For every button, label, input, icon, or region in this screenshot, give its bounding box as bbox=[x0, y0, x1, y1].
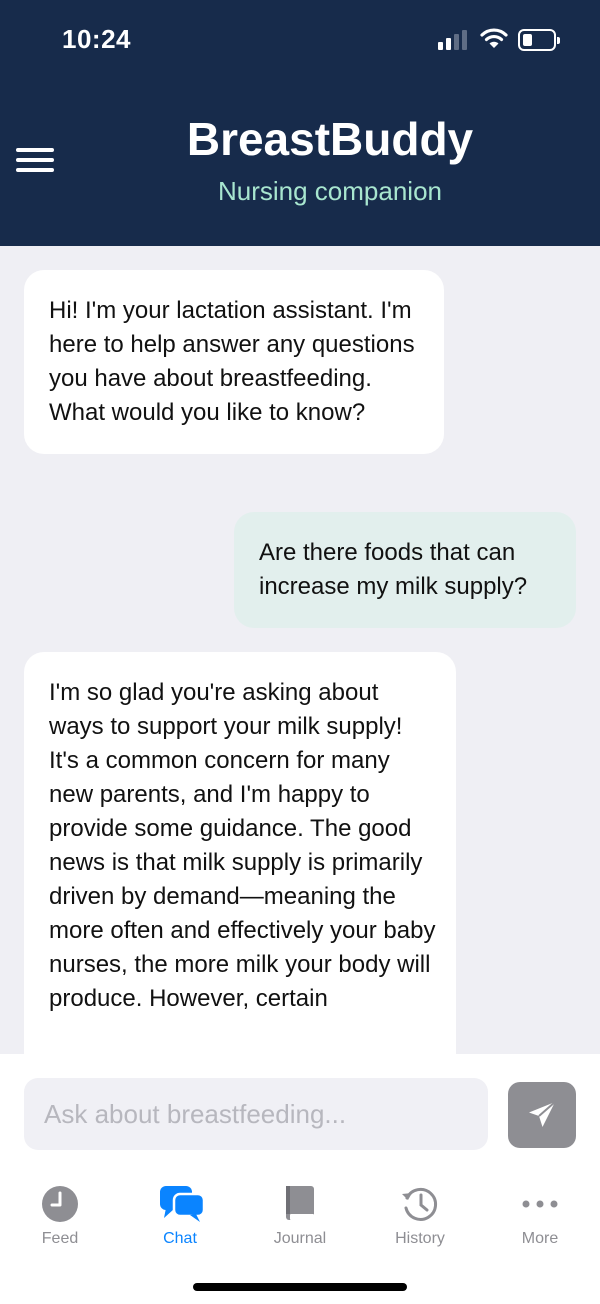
home-indicator bbox=[193, 1283, 407, 1291]
history-icon bbox=[402, 1187, 438, 1221]
cellular-signal-icon bbox=[438, 30, 470, 50]
tab-feed[interactable]: Feed bbox=[0, 1172, 120, 1252]
app-title: BreastBuddy bbox=[186, 113, 474, 165]
app-header: 10:24 BreastBuddy Nursing companion bbox=[0, 0, 600, 246]
send-button[interactable] bbox=[508, 1082, 576, 1148]
tab-journal[interactable]: Journal bbox=[240, 1172, 360, 1252]
ellipsis-icon bbox=[522, 1200, 558, 1208]
tab-bar: Feed Chat Journal History More bbox=[0, 1172, 600, 1262]
tab-label: Feed bbox=[41, 1230, 79, 1247]
tab-label: Chat bbox=[163, 1230, 197, 1247]
composer-area: Ask about breastfeeding... Feed Chat Jou… bbox=[0, 1054, 600, 1304]
message-input[interactable]: Ask about breastfeeding... bbox=[24, 1078, 488, 1150]
hamburger-menu-icon[interactable] bbox=[16, 148, 54, 174]
tab-more[interactable]: More bbox=[480, 1172, 600, 1252]
clock-icon bbox=[42, 1186, 78, 1222]
assistant-message: I'm so glad you're asking about ways to … bbox=[24, 652, 456, 1054]
paper-plane-icon bbox=[529, 1101, 556, 1127]
status-time: 10:24 bbox=[62, 24, 131, 54]
chat-bubbles-icon bbox=[160, 1186, 206, 1222]
chat-messages[interactable]: Hi! I'm your lactation assistant. I'm he… bbox=[0, 246, 600, 1054]
app-subtitle: Nursing companion bbox=[217, 176, 442, 206]
assistant-message: Hi! I'm your lactation assistant. I'm he… bbox=[24, 270, 444, 454]
tab-label: History bbox=[395, 1230, 445, 1247]
battery-icon bbox=[518, 29, 560, 51]
tab-chat[interactable]: Chat bbox=[120, 1172, 240, 1252]
wifi-icon bbox=[480, 28, 508, 48]
status-bar: 10:24 bbox=[0, 0, 600, 80]
user-message: Are there foods that can increase my mil… bbox=[234, 512, 576, 628]
tab-history[interactable]: History bbox=[360, 1172, 480, 1252]
tab-label: More bbox=[521, 1230, 559, 1247]
tab-label: Journal bbox=[273, 1230, 327, 1247]
book-icon bbox=[286, 1186, 314, 1220]
